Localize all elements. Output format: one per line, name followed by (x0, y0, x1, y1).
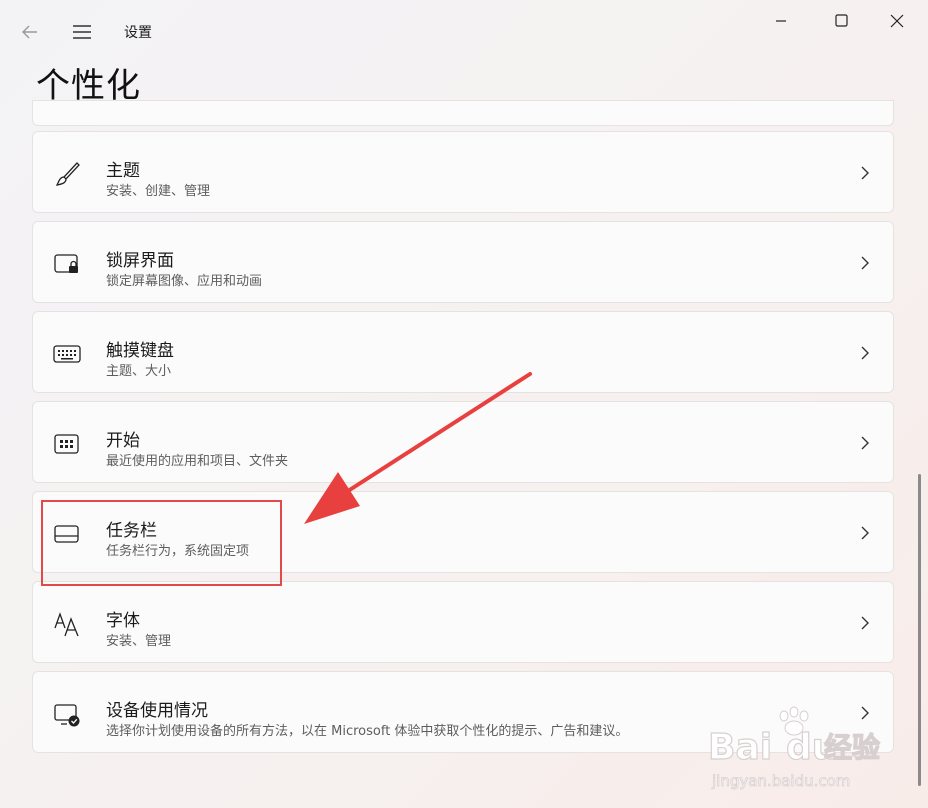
chevron-right-icon (857, 525, 873, 541)
keyboard-icon (53, 340, 81, 368)
settings-item-title: 主题 (106, 161, 140, 181)
close-button[interactable] (874, 8, 920, 34)
baidu-jingyan-watermark: Bai du 经验 jingyan.baidu.com (707, 706, 881, 790)
settings-item-title: 设备使用情况 (106, 701, 208, 721)
settings-item-subtitle: 最近使用的应用和项目、文件夹 (106, 454, 289, 469)
settings-item-title: 锁屏界面 (106, 251, 174, 271)
settings-item-title: 触摸键盘 (106, 341, 174, 361)
back-arrow-icon[interactable] (18, 20, 44, 44)
settings-item-lock-screen[interactable]: 锁屏界面 锁定屏幕图像、应用和动画 (32, 221, 894, 303)
watermark-url: jingyan.baidu.com (711, 772, 850, 790)
settings-item-subtitle: 锁定屏幕图像、应用和动画 (106, 274, 263, 289)
font-icon (53, 610, 81, 638)
device-usage-icon (53, 700, 81, 728)
brush-icon (53, 160, 81, 188)
annotation-highlight-box (41, 500, 282, 586)
watermark-brand: Bai (708, 727, 772, 768)
settings-item-fonts[interactable]: 字体 安装、管理 (32, 581, 894, 663)
maximize-button[interactable] (818, 8, 864, 34)
settings-item-title: 开始 (106, 431, 140, 451)
watermark-cn: 经验 (824, 731, 880, 764)
vertical-scrollbar[interactable] (918, 474, 921, 786)
settings-item-themes[interactable]: 主题 安装、创建、管理 (32, 131, 894, 213)
settings-item-subtitle: 安装、创建、管理 (106, 184, 211, 199)
hamburger-menu-icon[interactable] (70, 20, 94, 44)
settings-item-title: 字体 (106, 611, 140, 631)
settings-item-subtitle: 安装、管理 (106, 634, 172, 649)
chevron-right-icon (857, 165, 873, 181)
list-item-partial (32, 100, 894, 126)
title-bar: 设置 (0, 0, 928, 60)
app-title: 设置 (124, 25, 152, 41)
chevron-right-icon (857, 615, 873, 631)
lock-screen-icon (53, 250, 81, 278)
chevron-right-icon (857, 255, 873, 271)
chevron-right-icon (857, 345, 873, 361)
settings-item-subtitle: 主题、大小 (106, 364, 172, 379)
annotation-arrow (304, 372, 532, 524)
minimize-button[interactable] (758, 8, 804, 34)
chevron-right-icon (857, 435, 873, 451)
start-menu-icon (53, 430, 81, 458)
settings-item-subtitle: 选择你计划使用设备的所有方法，以在 Microsoft 体验中获取个性化的提示、… (106, 724, 629, 739)
